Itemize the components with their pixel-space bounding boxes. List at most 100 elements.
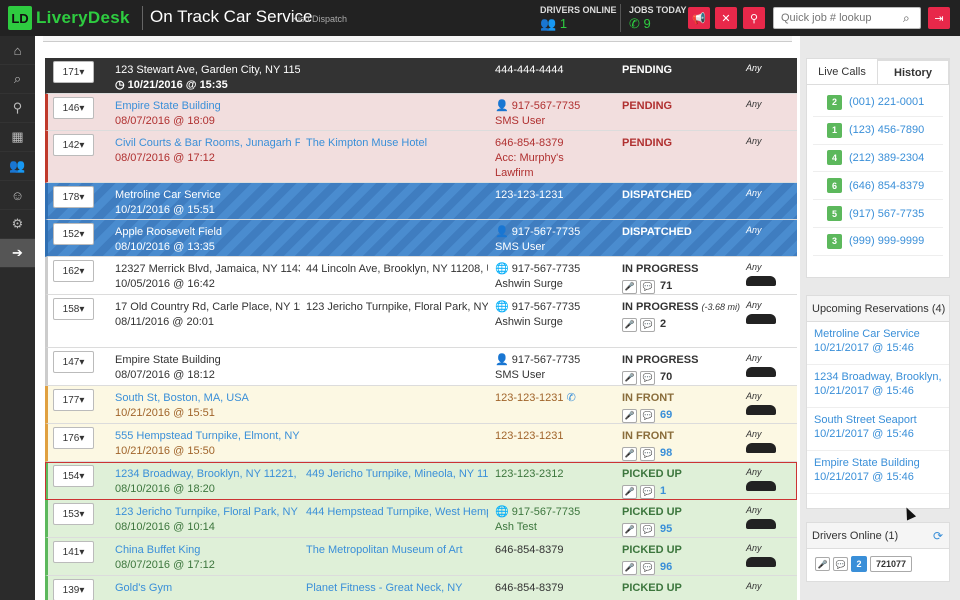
pickup-cell: 17 Old Country Rd, Carle Place, NY 11 08/…	[115, 301, 300, 328]
comment-icon[interactable]: 💬	[640, 279, 655, 294]
job-number-dropdown[interactable]: 153 ▾	[53, 503, 94, 525]
table-row[interactable]: 153 ▾ 123 Jericho Turnpike, Floral Park,…	[45, 500, 797, 538]
upcoming-reservations-panel: Upcoming Reservations (4) Metroline Car …	[806, 295, 950, 509]
search-icon[interactable]: ⌕	[903, 11, 910, 26]
list-item[interactable]: 2 (001) 221-0001	[813, 89, 943, 117]
phone-cell: 123-123-1231 ✆	[495, 392, 576, 404]
table-row[interactable]: 171 ▾ 123 Stewart Ave, Garden City, NY 1…	[45, 58, 797, 94]
building-icon[interactable]: ▦	[0, 123, 35, 152]
child-icon[interactable]: ☺	[0, 181, 35, 210]
status-badge: PENDING	[622, 64, 673, 76]
job-number-dropdown[interactable]: 154 ▾	[53, 465, 94, 487]
comment-icon[interactable]: 💬	[640, 317, 655, 332]
comment-icon[interactable]: 💬	[833, 557, 848, 571]
pickup-cell: Civil Courts & Bar Rooms, Junagarh F 08/0…	[115, 137, 300, 164]
list-item[interactable]: 6 (646) 854-8379	[813, 172, 943, 201]
table-row[interactable]: 154 ▾ 1234 Broadway, Brooklyn, NY 11221,…	[45, 462, 797, 500]
job-lookup-input[interactable]	[773, 7, 921, 29]
job-number-dropdown[interactable]: 177 ▾	[53, 389, 94, 411]
microphone-icon[interactable]: 🎤	[622, 560, 637, 575]
vehicle-type: Any	[746, 99, 762, 109]
table-row[interactable]: 142 ▾ Civil Courts & Bar Rooms, Junagarh…	[45, 131, 797, 183]
phone-icon[interactable]: ✆	[567, 392, 576, 404]
jobs-today-value: ✆ 9	[629, 16, 651, 31]
logo[interactable]: LD LiveryDesk	[8, 5, 130, 31]
job-number-dropdown[interactable]: 152 ▾	[53, 223, 94, 245]
drivers-online-title: Drivers Online (1)	[807, 523, 949, 549]
table-row[interactable]: 158 ▾ 17 Old Country Rd, Carle Place, NY…	[45, 295, 797, 348]
map-marker-icon[interactable]: ⚲	[0, 94, 35, 123]
jobs-table: 171 ▾ 123 Stewart Ave, Garden City, NY 1…	[45, 58, 797, 600]
table-row[interactable]: 176 ▾ 555 Hempstead Turnpike, Elmont, NY…	[45, 424, 797, 462]
search-icon[interactable]: ⌕	[0, 65, 35, 94]
logout-button[interactable]: ⇥	[928, 7, 950, 29]
table-row[interactable]: 152 ▾ Apple Roosevelt Field 08/10/2016 @ …	[45, 220, 797, 257]
microphone-icon[interactable]: 🎤	[622, 484, 637, 499]
job-number-dropdown[interactable]: 158 ▾	[53, 298, 94, 320]
logo-badge: LD	[8, 6, 32, 30]
users-icon[interactable]: 👥	[0, 152, 35, 181]
tab-history[interactable]: History	[877, 59, 949, 84]
user-icon: 👤	[495, 100, 509, 112]
megaphone-icon: 📢	[692, 12, 706, 25]
jobs-today-stat[interactable]: JOBS TODAY ✆ 9	[629, 5, 687, 32]
comment-icon[interactable]: 💬	[640, 484, 655, 499]
job-number-dropdown[interactable]: 142 ▾	[53, 134, 94, 156]
table-row[interactable]: 146 ▾ Empire State Building 08/07/2016 @ …	[45, 94, 797, 131]
pickup-cell: 123 Jericho Turnpike, Floral Park, NY 08/…	[115, 506, 298, 533]
microphone-icon[interactable]: 🎤	[815, 557, 830, 571]
table-row[interactable]: 162 ▾ 12327 Merrick Blvd, Jamaica, NY 11…	[45, 257, 797, 295]
table-row[interactable]: 178 ▾ Metroline Car Service 10/21/2016 @ …	[45, 183, 797, 220]
pickup-cell: China Buffet King 08/07/2016 @ 17:12	[115, 544, 215, 571]
job-number-dropdown[interactable]: 147 ▾	[53, 351, 94, 373]
list-item[interactable]: South Street Seaport 10/21/2017 @ 15:46	[807, 408, 949, 451]
status-badge: IN FRONT 🎤 💬 98	[622, 430, 674, 461]
job-number-dropdown[interactable]: 146 ▾	[53, 97, 94, 119]
comment-icon[interactable]: 💬	[640, 522, 655, 537]
list-item[interactable]: 1 (123) 456-7890	[813, 117, 943, 145]
table-row[interactable]: 139 ▾ Gold's Gym Planet Fitness - Great …	[45, 576, 797, 600]
list-item[interactable]: 1234 Broadway, Brooklyn, 10/21/2017 @ 15:…	[807, 365, 949, 408]
list-item[interactable]: 4 (212) 389-2304	[813, 145, 943, 173]
job-number-dropdown[interactable]: 141 ▾	[53, 541, 94, 563]
home-icon[interactable]: ⌂	[0, 36, 35, 65]
job-number-dropdown[interactable]: 139 ▾	[53, 579, 94, 600]
list-item[interactable]: Empire State Building 10/21/2017 @ 15:46	[807, 451, 949, 494]
phone-cell: 🌐 917-567-7735 Ashwin Surge	[495, 301, 581, 328]
expand-button[interactable]: ✕	[715, 7, 737, 29]
microphone-icon[interactable]: 🎤	[622, 446, 637, 461]
status-badge: DISPATCHED	[622, 189, 692, 201]
pickup-cell: 12327 Merrick Blvd, Jamaica, NY 1143 10/0…	[115, 263, 300, 290]
comment-icon[interactable]: 💬	[640, 408, 655, 423]
map-marker-button[interactable]: ⚲	[743, 7, 765, 29]
job-number-dropdown[interactable]: 178 ▾	[53, 186, 94, 208]
driver-number: 2	[851, 556, 867, 572]
list-item[interactable]: 5 (917) 567-7735	[813, 200, 943, 228]
job-number-dropdown[interactable]: 171 ▾	[53, 61, 94, 83]
arrow-right-icon[interactable]: ➔	[0, 239, 35, 268]
comment-icon[interactable]: 💬	[640, 560, 655, 575]
driver-row[interactable]: 🎤 💬 2 721077	[807, 549, 949, 579]
list-item[interactable]: Metroline Car Service 10/21/2017 @ 15:46	[807, 322, 949, 365]
megaphone-button[interactable]: 📢	[688, 7, 710, 29]
table-row[interactable]: 147 ▾ Empire State Building 08/07/2016 @ …	[45, 348, 797, 386]
status-badge: PICKED UP 🎤 💬 1	[622, 468, 682, 499]
list-item[interactable]: 3 (999) 999-9999	[813, 228, 943, 256]
tab-live-calls[interactable]: Live Calls	[807, 59, 877, 84]
microphone-icon[interactable]: 🎤	[622, 408, 637, 423]
status-badge: PENDING	[622, 100, 673, 112]
cogs-icon[interactable]: ⚙	[0, 210, 35, 239]
table-row[interactable]: 141 ▾ China Buffet King 08/07/2016 @ 17:1…	[45, 538, 797, 576]
comment-icon[interactable]: 💬	[640, 370, 655, 385]
microphone-icon[interactable]: 🎤	[622, 279, 637, 294]
comment-icon[interactable]: 💬	[640, 446, 655, 461]
jobs-today-label: JOBS TODAY	[629, 5, 687, 15]
table-row[interactable]: 177 ▾ South St, Boston, MA, USA 10/21/201…	[45, 386, 797, 424]
job-number-dropdown[interactable]: 176 ▾	[53, 427, 94, 449]
refresh-icon[interactable]: ⟳	[933, 529, 943, 543]
microphone-icon[interactable]: 🎤	[622, 522, 637, 537]
drivers-online-stat[interactable]: DRIVERS ONLINE 👥 1	[540, 5, 617, 32]
job-number-dropdown[interactable]: 162 ▾	[53, 260, 94, 282]
microphone-icon[interactable]: 🎤	[622, 317, 637, 332]
microphone-icon[interactable]: 🎤	[622, 370, 637, 385]
